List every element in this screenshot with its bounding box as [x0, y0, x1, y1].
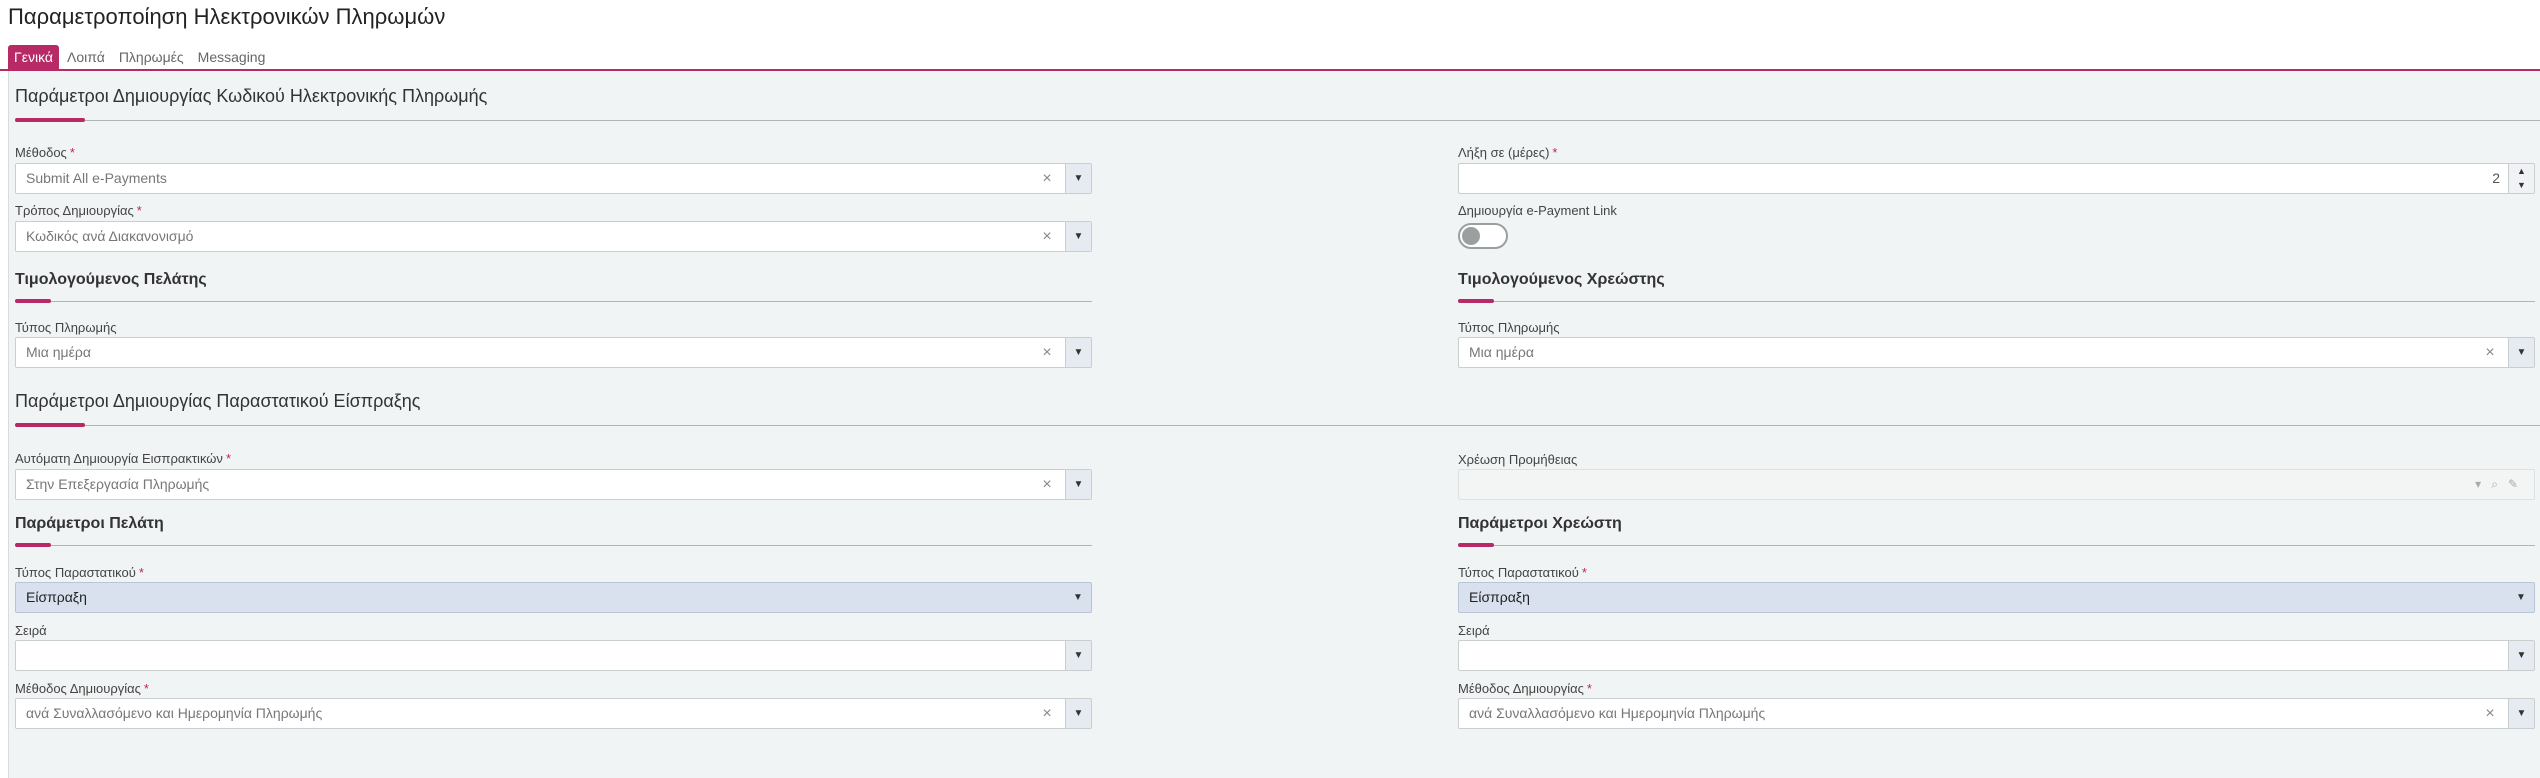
billed-customer-title: Τιμολογούμενος Πελάτης	[15, 271, 207, 288]
subsection-accent	[15, 299, 51, 303]
customer-doc-type-select[interactable]: Είσπραξη ▼	[15, 582, 1092, 613]
debtor-doc-type-select[interactable]: Είσπραξη ▼	[1458, 582, 2535, 613]
tab-general[interactable]: Γενικά	[8, 45, 59, 69]
customer-series-select[interactable]: ▼	[15, 640, 1092, 671]
method-label: Μέθοδος *	[15, 145, 75, 160]
lookup-icons: ▾⌕✎	[2475, 470, 2528, 499]
chevron-down-icon[interactable]: ▼	[2508, 699, 2534, 728]
debtor-creation-method-label: Μέθοδος Δημιουργίας *	[1458, 681, 1592, 696]
commission-field: ▾⌕✎	[1458, 469, 2535, 500]
section-accent	[15, 118, 85, 122]
tab-other[interactable]: Λοιπά	[61, 45, 111, 69]
customer-params-title: Παράμετροι Πελάτη	[15, 515, 164, 532]
code-section-title: Παράμετροι Δημιουργίας Κωδικού Ηλεκτρονι…	[15, 86, 488, 106]
subsection-accent	[15, 543, 51, 547]
debtor-series-select[interactable]: ▼	[1458, 640, 2535, 671]
clear-icon[interactable]: ×	[1039, 699, 1055, 728]
subsection-divider	[1458, 301, 2535, 302]
method-select[interactable]: Submit All e-Payments × ▼	[15, 163, 1092, 194]
customer-series-label: Σειρά	[15, 623, 47, 638]
expiry-days-input[interactable]: 2 ▲ ▼	[1458, 163, 2535, 194]
chevron-down-icon[interactable]: ▼	[2508, 338, 2534, 367]
chevron-down-icon[interactable]: ▼	[1065, 164, 1091, 193]
clear-icon[interactable]: ×	[1039, 338, 1055, 367]
subsection-accent	[1458, 299, 1494, 303]
creation-mode-select[interactable]: Κωδικός ανά Διακανονισμό × ▼	[15, 221, 1092, 252]
section-divider	[15, 425, 2540, 426]
auto-create-label: Αυτόματη Δημιουργία Εισπρακτικών *	[15, 451, 231, 466]
chevron-down-icon[interactable]: ▼	[1065, 470, 1091, 499]
tab-payments[interactable]: Πληρωμές	[113, 45, 190, 69]
subsection-accent	[1458, 543, 1494, 547]
page-title: Παραμετροποίηση Ηλεκτρονικών Πληρωμών	[8, 4, 446, 29]
chevron-down-icon: ▾	[2475, 477, 2492, 491]
chevron-down-icon[interactable]: ▼	[1065, 641, 1091, 670]
receipt-section-title: Παράμετροι Δημιουργίας Παραστατικού Είσπ…	[15, 391, 421, 411]
commission-label: Χρέωση Προμήθειας	[1458, 452, 1578, 467]
payment-link-toggle[interactable]	[1458, 223, 1508, 249]
chevron-down-icon[interactable]: ▼	[1065, 583, 1091, 612]
debtor-payment-type-label: Τύπος Πληρωμής	[1458, 320, 1560, 335]
customer-payment-type-select[interactable]: Μια ημέρα × ▼	[15, 337, 1092, 368]
customer-creation-method-label: Μέθοδος Δημιουργίας *	[15, 681, 149, 696]
debtor-series-label: Σειρά	[1458, 623, 1490, 638]
clear-icon[interactable]: ×	[2482, 699, 2498, 728]
expiry-stepper[interactable]: ▲ ▼	[2508, 164, 2534, 193]
chevron-down-icon[interactable]: ▼	[2508, 641, 2534, 670]
chevron-down-icon[interactable]: ▼	[1065, 222, 1091, 251]
clear-icon[interactable]: ×	[1039, 222, 1055, 251]
chevron-down-icon[interactable]: ▼	[2508, 583, 2534, 612]
chevron-down-icon[interactable]: ▼	[1065, 699, 1091, 728]
payment-link-label: Δημιουργία e-Payment Link	[1458, 203, 1617, 218]
toggle-knob	[1462, 227, 1480, 245]
section-divider	[15, 120, 2540, 121]
clear-icon[interactable]: ×	[2482, 338, 2498, 367]
clear-icon[interactable]: ×	[1039, 164, 1055, 193]
debtor-doc-type-label: Τύπος Παραστατικού *	[1458, 565, 1587, 580]
spin-up-icon[interactable]: ▲	[2509, 164, 2534, 178]
form-content: Παράμετροι Δημιουργίας Κωδικού Ηλεκτρονι…	[8, 71, 2540, 778]
spin-down-icon[interactable]: ▼	[2509, 178, 2534, 192]
subsection-divider	[15, 301, 1092, 302]
expiry-label: Λήξη σε (μέρες) *	[1458, 145, 1558, 160]
creation-mode-label: Τρόπος Δημιουργίας *	[15, 203, 142, 218]
customer-doc-type-label: Τύπος Παραστατικού *	[15, 565, 144, 580]
debtor-creation-method-select[interactable]: ανά Συναλλασόμενο και Ημερομηνία Πληρωμή…	[1458, 698, 2535, 729]
pencil-icon: ✎	[2507, 477, 2528, 491]
section-accent	[15, 423, 85, 427]
debtor-params-title: Παράμετροι Χρεώστη	[1458, 515, 1622, 532]
chevron-down-icon[interactable]: ▼	[1065, 338, 1091, 367]
auto-create-select[interactable]: Στην Επεξεργασία Πληρωμής × ▼	[15, 469, 1092, 500]
customer-payment-type-label: Τύπος Πληρωμής	[15, 320, 117, 335]
clear-icon[interactable]: ×	[1039, 470, 1055, 499]
tab-bar: Γενικά Λοιπά Πληρωμές Messaging	[8, 45, 273, 69]
tab-messaging[interactable]: Messaging	[192, 45, 272, 69]
debtor-payment-type-select[interactable]: Μια ημέρα × ▼	[1458, 337, 2535, 368]
subsection-divider	[1458, 545, 2535, 546]
billed-debtor-title: Τιμολογούμενος Χρεώστης	[1458, 271, 1665, 288]
customer-creation-method-select[interactable]: ανά Συναλλασόμενο και Ημερομηνία Πληρωμή…	[15, 698, 1092, 729]
search-icon: ⌕	[2491, 477, 2508, 491]
subsection-divider	[15, 545, 1092, 546]
